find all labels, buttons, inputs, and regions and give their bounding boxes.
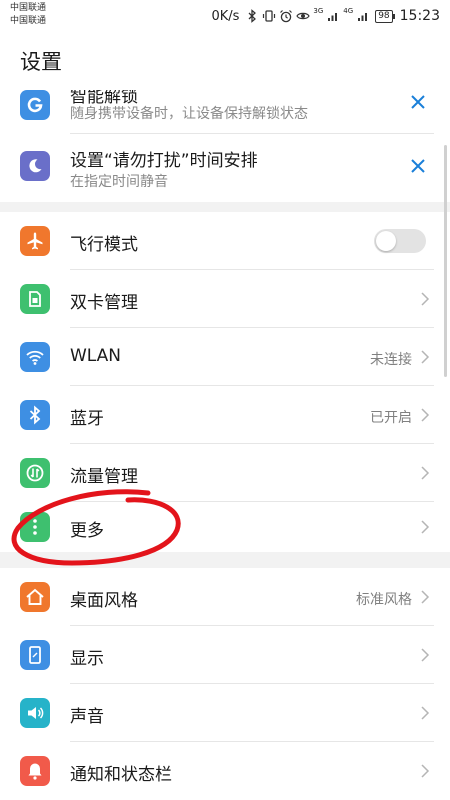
chevron-right-icon <box>421 706 430 720</box>
display-settings-group: 桌面风格 标准风格 显示 声音 通知和状态栏 <box>0 568 450 800</box>
airplane-mode-toggle[interactable] <box>374 229 426 253</box>
airplane-icon <box>20 226 50 256</box>
row-label: WLAN <box>70 346 122 366</box>
row-label: 蓝牙 <box>70 409 104 429</box>
row-label: 流量管理 <box>70 467 138 487</box>
chevron-right-icon <box>421 292 430 306</box>
sim-card-icon <box>20 284 50 314</box>
row-data-usage[interactable]: 流量管理 <box>0 444 450 502</box>
signal-icon-2 <box>358 13 368 21</box>
suggestion-do-not-disturb[interactable]: 设置“请勿打扰”时间安排 在指定时间静音 <box>0 137 450 195</box>
chevron-right-icon <box>421 350 430 364</box>
page-title: 设置 <box>20 50 62 74</box>
network-type-2: 4G <box>343 7 354 15</box>
chevron-right-icon <box>421 408 430 422</box>
bluetooth-status-icon <box>248 9 257 23</box>
suggestion-subtitle: 随身携带设备时，让设备保持解锁状态 <box>70 106 308 122</box>
status-bar: 中国联通 中国联通 0K/s 3G 4G 98 15:23 <box>0 0 450 32</box>
row-label: 飞行模式 <box>70 235 138 255</box>
chevron-right-icon <box>421 520 430 534</box>
bell-icon <box>20 756 50 786</box>
row-wlan[interactable]: WLAN 未连接 <box>0 328 450 386</box>
carrier-1: 中国联通 <box>10 3 47 13</box>
clock: 15:23 <box>399 8 440 24</box>
row-label: 双卡管理 <box>70 293 138 313</box>
signal-icon <box>328 13 338 21</box>
scrollbar-thumb[interactable] <box>444 145 447 377</box>
row-notifications[interactable]: 通知和状态栏 <box>0 742 450 800</box>
vibrate-icon <box>263 10 276 22</box>
dismiss-icon[interactable] <box>410 94 426 110</box>
row-label: 桌面风格 <box>70 591 138 611</box>
speaker-icon <box>20 698 50 728</box>
home-icon <box>20 582 50 612</box>
dismiss-icon[interactable] <box>410 158 426 174</box>
moon-icon <box>20 151 50 181</box>
row-more[interactable]: 更多 <box>0 502 450 552</box>
row-display[interactable]: 显示 <box>0 626 450 684</box>
g-icon <box>20 90 50 120</box>
alarm-icon <box>280 10 293 23</box>
chevron-right-icon <box>421 466 430 480</box>
bluetooth-status: 已开启 <box>370 410 412 426</box>
eye-comfort-icon <box>296 12 311 20</box>
row-bluetooth[interactable]: 蓝牙 已开启 <box>0 386 450 444</box>
wifi-icon <box>20 342 50 372</box>
phone-display-icon <box>20 640 50 670</box>
row-sound[interactable]: 声音 <box>0 684 450 742</box>
row-label: 显示 <box>70 649 104 669</box>
row-dual-sim[interactable]: 双卡管理 <box>0 270 450 328</box>
suggestion-subtitle: 在指定时间静音 <box>70 174 168 190</box>
chevron-right-icon <box>421 648 430 662</box>
more-dots-icon <box>20 512 50 542</box>
row-home-screen-style[interactable]: 桌面风格 标准风格 <box>0 568 450 626</box>
battery-icon: 98 <box>375 9 396 23</box>
row-label: 更多 <box>70 521 104 541</box>
data-usage-icon <box>20 458 50 488</box>
row-label: 声音 <box>70 707 104 727</box>
chevron-right-icon <box>421 590 430 604</box>
row-label: 通知和状态栏 <box>70 765 172 785</box>
title-bar: 设置 <box>0 32 450 90</box>
network-speed: 0K/s <box>211 8 240 24</box>
bluetooth-icon <box>20 400 50 430</box>
network-settings-group: 飞行模式 双卡管理 WLAN 未连接 蓝牙 已开启 流量管理 更多 <box>0 212 450 552</box>
suggestions-card: 智能解锁 随身携带设备时，让设备保持解锁状态 设置“请勿打扰”时间安排 在指定时… <box>0 90 450 202</box>
suggestion-smart-unlock[interactable]: 智能解锁 随身携带设备时，让设备保持解锁状态 <box>0 90 450 134</box>
toggle-knob <box>376 231 396 251</box>
divider <box>70 133 434 134</box>
carrier-2: 中国联通 <box>10 16 47 26</box>
wlan-status: 未连接 <box>370 352 412 368</box>
suggestion-title: 设置“请勿打扰”时间安排 <box>70 151 258 171</box>
row-airplane-mode[interactable]: 飞行模式 <box>0 212 450 270</box>
network-type-1: 3G <box>313 7 324 15</box>
chevron-right-icon <box>421 764 430 778</box>
settings-list[interactable]: 智能解锁 随身携带设备时，让设备保持解锁状态 设置“请勿打扰”时间安排 在指定时… <box>0 90 450 800</box>
home-style-value: 标准风格 <box>356 592 412 608</box>
